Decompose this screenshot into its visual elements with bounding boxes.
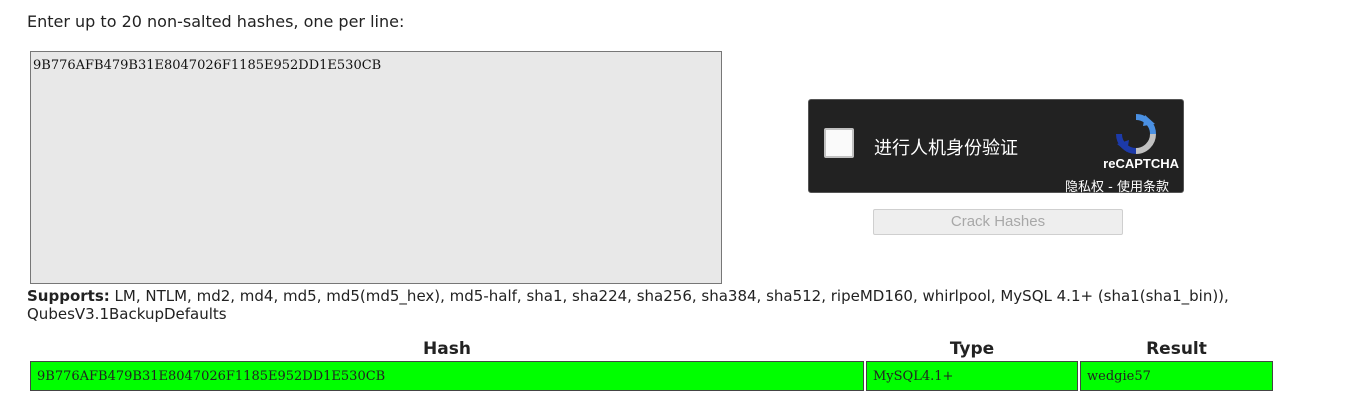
type-cell: MySQL4.1+ bbox=[866, 361, 1078, 391]
results-header-row: Hash Type Result bbox=[30, 339, 1273, 360]
column-header-result: Result bbox=[1146, 339, 1207, 359]
result-cell: wedgie57 bbox=[1080, 361, 1273, 391]
supports-list: LM, NTLM, md2, md4, md5, md5(md5_hex), m… bbox=[27, 287, 1229, 323]
recaptcha-checkbox[interactable] bbox=[824, 128, 854, 158]
column-header-type: Type bbox=[949, 339, 995, 359]
supports-label: Supports: bbox=[27, 287, 110, 305]
recaptcha-brand: reCAPTCHA bbox=[1103, 156, 1179, 171]
supports-text: Supports: LM, NTLM, md2, md4, md5, md5(m… bbox=[27, 287, 1267, 323]
instructions-text: Enter up to 20 non-salted hashes, one pe… bbox=[27, 12, 405, 31]
hash-input[interactable]: 9B776AFB479B31E8047026F1185E952DD1E530CB bbox=[30, 51, 722, 284]
link-separator: - bbox=[1104, 180, 1117, 195]
recaptcha-label: 进行人机身份验证 bbox=[874, 138, 1018, 159]
terms-link[interactable]: 使用条款 bbox=[1117, 180, 1169, 195]
recaptcha-links: 隐私权 - 使用条款 bbox=[1065, 176, 1169, 195]
recaptcha-widget: 进行人机身份验证 reCAPTCHA 隐私权 - 使用条款 bbox=[808, 99, 1184, 195]
table-row: 9B776AFB479B31E8047026F1185E952DD1E530CB… bbox=[30, 361, 1273, 391]
column-header-hash: Hash bbox=[423, 339, 471, 359]
crack-hashes-button[interactable]: Crack Hashes bbox=[873, 209, 1123, 235]
privacy-link[interactable]: 隐私权 bbox=[1065, 180, 1104, 195]
hash-cell: 9B776AFB479B31E8047026F1185E952DD1E530CB bbox=[30, 361, 864, 391]
recaptcha-logo-icon bbox=[1116, 114, 1156, 154]
results-table: Hash Type Result 9B776AFB479B31E8047026F… bbox=[28, 338, 1275, 392]
